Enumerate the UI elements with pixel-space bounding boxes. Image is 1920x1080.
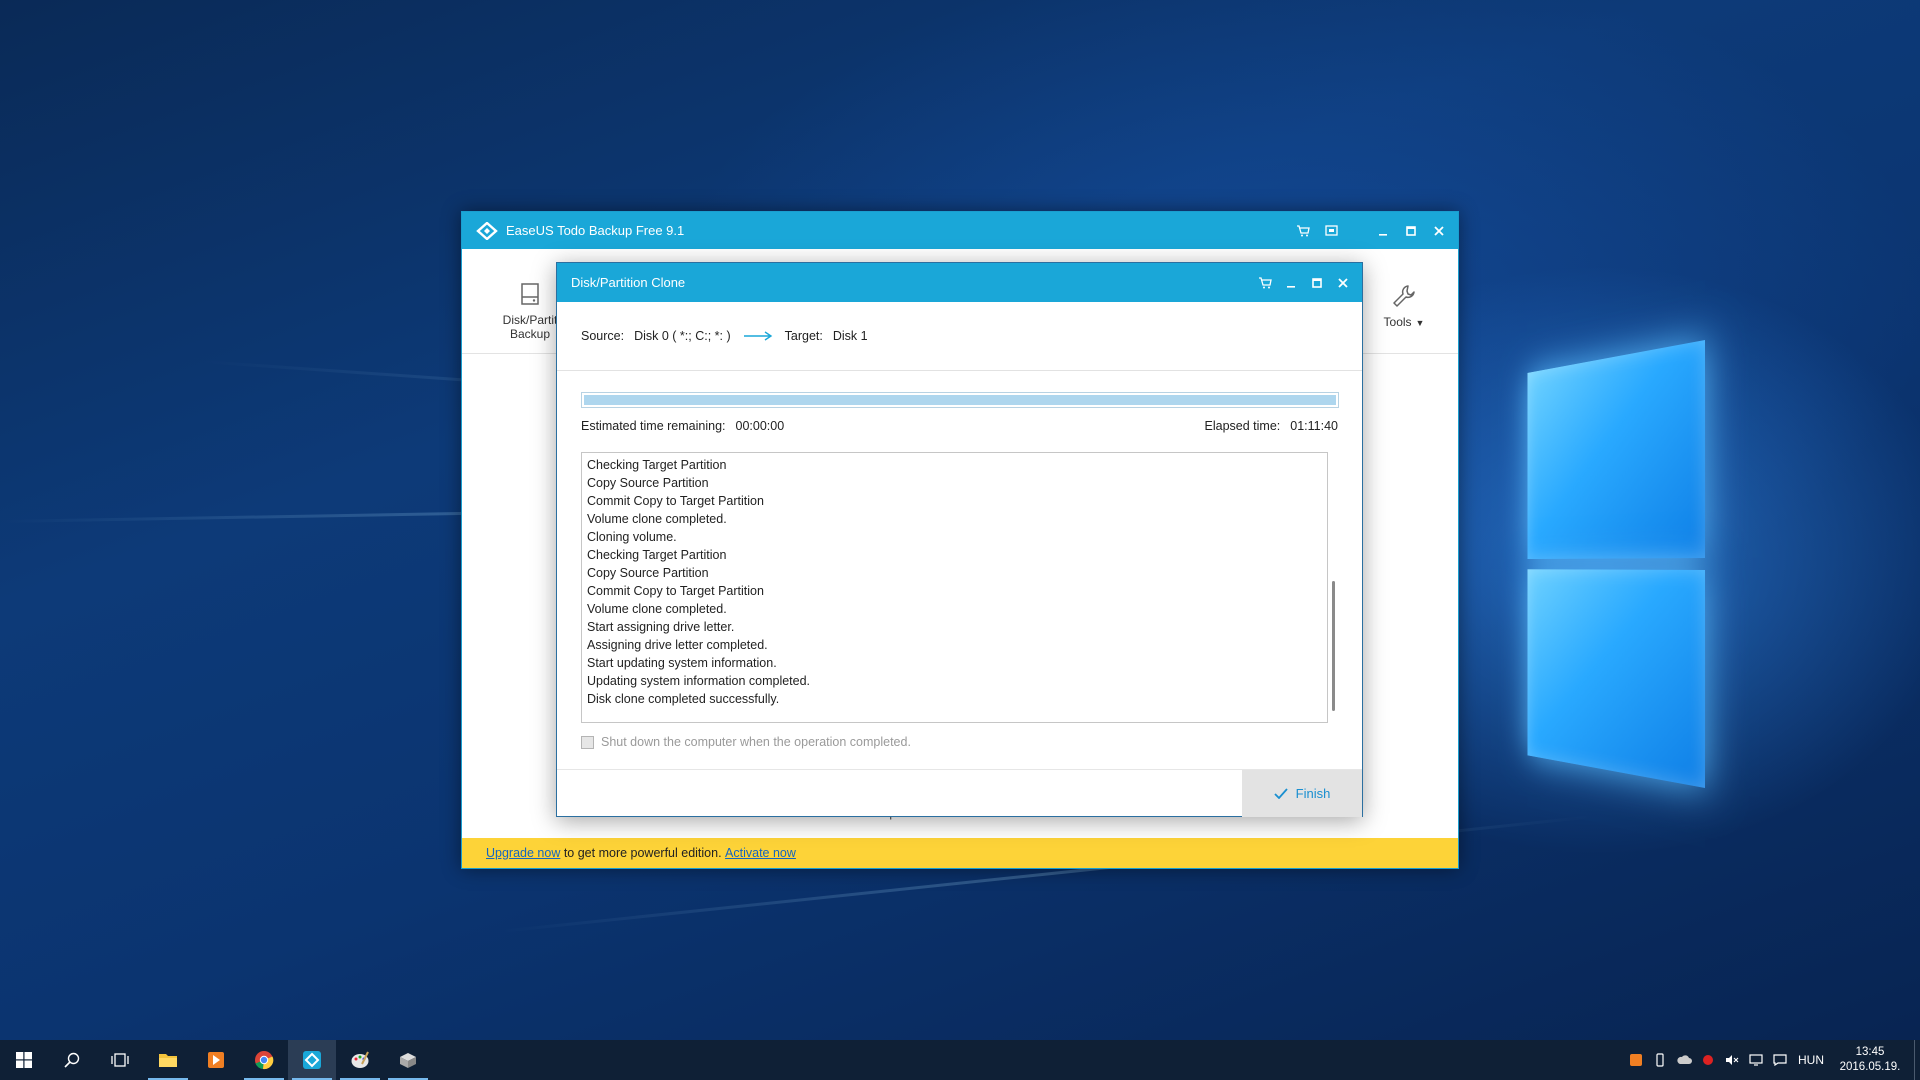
task-view-button[interactable] xyxy=(96,1040,144,1080)
easeus-logo-icon xyxy=(476,221,498,240)
arrow-right-icon xyxy=(743,331,772,341)
log-line: Checking Target Partition xyxy=(587,548,727,562)
app-title: EaseUS Todo Backup Free 9.1 xyxy=(506,223,685,238)
log-line: Disk clone completed successfully. xyxy=(587,692,780,706)
activate-now-link[interactable]: Activate now xyxy=(725,846,796,860)
tools-label: Tools xyxy=(1383,315,1412,329)
clock-date: 2016.05.19. xyxy=(1839,1061,1901,1073)
finish-button[interactable]: Finish xyxy=(1242,770,1362,817)
show-desktop-button[interactable] xyxy=(1914,1040,1920,1080)
taskbar-easeus[interactable] xyxy=(288,1040,336,1080)
log-line: Start updating system information. xyxy=(587,656,777,670)
taskbar-chrome[interactable] xyxy=(240,1040,288,1080)
chevron-down-icon: ▼ xyxy=(1415,318,1425,328)
operation-log[interactable]: Checking Target Partition Copy Source Par… xyxy=(581,452,1328,723)
dialog-footer: Finish xyxy=(557,769,1362,817)
minimize-button[interactable] xyxy=(1372,220,1394,242)
media-player-icon xyxy=(208,1052,224,1068)
taskbar: HUN 13:45 2016.05.19. xyxy=(0,1040,1920,1080)
folder-icon xyxy=(159,1054,177,1067)
tools-menu[interactable]: Tools ▼ xyxy=(1374,283,1434,329)
checkmark-icon xyxy=(1274,788,1288,799)
taskbar-clock[interactable]: 13:45 2016.05.19. xyxy=(1834,1045,1906,1075)
dialog-close-button[interactable] xyxy=(1332,272,1354,294)
start-button[interactable] xyxy=(0,1040,48,1080)
upgrade-banner: Upgrade now to get more powerful edition… xyxy=(462,838,1458,868)
banner-text: to get more powerful edition. xyxy=(560,846,726,860)
target-label: Target: xyxy=(784,329,823,343)
dialog-maximize-button[interactable] xyxy=(1306,272,1328,294)
search-button[interactable] xyxy=(48,1040,96,1080)
shutdown-checkbox[interactable] xyxy=(581,735,594,749)
log-line: Copy Source Partition xyxy=(587,476,709,490)
hard-drive-icon xyxy=(521,283,539,305)
tray-app-icon[interactable] xyxy=(1624,1040,1648,1080)
windows-logo-wallpaper xyxy=(1527,340,1705,790)
onedrive-cloud-icon[interactable] xyxy=(1672,1040,1696,1080)
security-shield-icon[interactable] xyxy=(1696,1040,1720,1080)
log-line: Cloning volume. xyxy=(587,530,677,544)
clock-time: 13:45 xyxy=(1855,1046,1885,1058)
log-line: Volume clone completed. xyxy=(587,602,727,616)
source-target-line: Source: Disk 0 ( *:; C:; *: ) Target: Di… xyxy=(581,329,868,343)
target-value: Disk 1 xyxy=(832,329,868,343)
task-view-icon xyxy=(111,1053,129,1067)
dialog-titlebar[interactable]: Disk/Partition Clone xyxy=(557,263,1362,302)
disk-backup-label: Disk/Partit Backup xyxy=(502,313,558,341)
log-scrollbar[interactable] xyxy=(1330,458,1338,716)
search-icon xyxy=(64,1052,80,1068)
elapsed-value: 01:11:40 xyxy=(1290,419,1338,433)
scrollbar-thumb[interactable] xyxy=(1332,581,1335,711)
log-line: Commit Copy to Target Partition xyxy=(587,584,764,598)
windows-start-icon xyxy=(16,1052,32,1068)
log-line: Checking Target Partition xyxy=(587,458,727,472)
action-center-icon[interactable] xyxy=(1768,1040,1792,1080)
volume-muted-icon[interactable] xyxy=(1720,1040,1744,1080)
shutdown-label: Shut down the computer when the operatio… xyxy=(601,735,911,749)
cart-icon[interactable] xyxy=(1254,272,1276,294)
maximize-button[interactable] xyxy=(1400,220,1422,242)
clone-progress-bar xyxy=(581,392,1339,408)
shutdown-option[interactable]: Shut down the computer when the operatio… xyxy=(581,735,911,749)
system-tray: HUN 13:45 2016.05.19. xyxy=(1624,1040,1920,1080)
log-line: Volume clone completed. xyxy=(587,512,727,526)
network-icon[interactable] xyxy=(1744,1040,1768,1080)
estimated-label: Estimated time remaining: xyxy=(581,419,726,433)
finish-label: Finish xyxy=(1295,786,1331,801)
upgrade-now-link[interactable]: Upgrade now xyxy=(486,846,560,860)
chrome-icon xyxy=(255,1051,274,1070)
dialog-title: Disk/Partition Clone xyxy=(571,275,686,290)
progress-fill xyxy=(584,395,1336,405)
paint-palette-icon xyxy=(351,1051,369,1068)
log-line: Copy Source Partition xyxy=(587,566,709,580)
easeus-logo-icon xyxy=(303,1051,321,1069)
wrench-icon xyxy=(1393,285,1415,307)
log-line: Commit Copy to Target Partition xyxy=(587,494,764,508)
log-line: Assigning drive letter completed. xyxy=(587,638,768,652)
estimated-value: 00:00:00 xyxy=(735,419,785,433)
taskbar-paint[interactable] xyxy=(336,1040,384,1080)
log-line: Start assigning drive letter. xyxy=(587,620,735,634)
taskbar-media-player[interactable] xyxy=(192,1040,240,1080)
elapsed-time: Elapsed time: 01:11:40 xyxy=(1205,419,1338,433)
divider xyxy=(557,370,1362,371)
close-button[interactable] xyxy=(1428,220,1450,242)
usb-icon[interactable] xyxy=(1648,1040,1672,1080)
window-mode-icon[interactable] xyxy=(1320,220,1342,242)
log-line: Updating system information completed. xyxy=(587,674,811,688)
elapsed-label: Elapsed time: xyxy=(1204,419,1281,433)
source-value: Disk 0 ( *:; C:; *: ) xyxy=(634,329,731,343)
dialog-minimize-button[interactable] xyxy=(1280,272,1302,294)
clone-dialog: Disk/Partition Clone Source: Disk 0 ( *:… xyxy=(556,262,1363,817)
source-label: Source: xyxy=(581,329,625,343)
taskbar-installer[interactable] xyxy=(384,1040,432,1080)
estimated-time: Estimated time remaining: 00:00:00 xyxy=(581,419,784,433)
app-titlebar[interactable]: EaseUS Todo Backup Free 9.1 xyxy=(462,212,1458,249)
installer-box-icon xyxy=(400,1053,416,1068)
taskbar-file-explorer[interactable] xyxy=(144,1040,192,1080)
input-language[interactable]: HUN xyxy=(1798,1053,1824,1067)
cart-icon[interactable] xyxy=(1292,220,1314,242)
